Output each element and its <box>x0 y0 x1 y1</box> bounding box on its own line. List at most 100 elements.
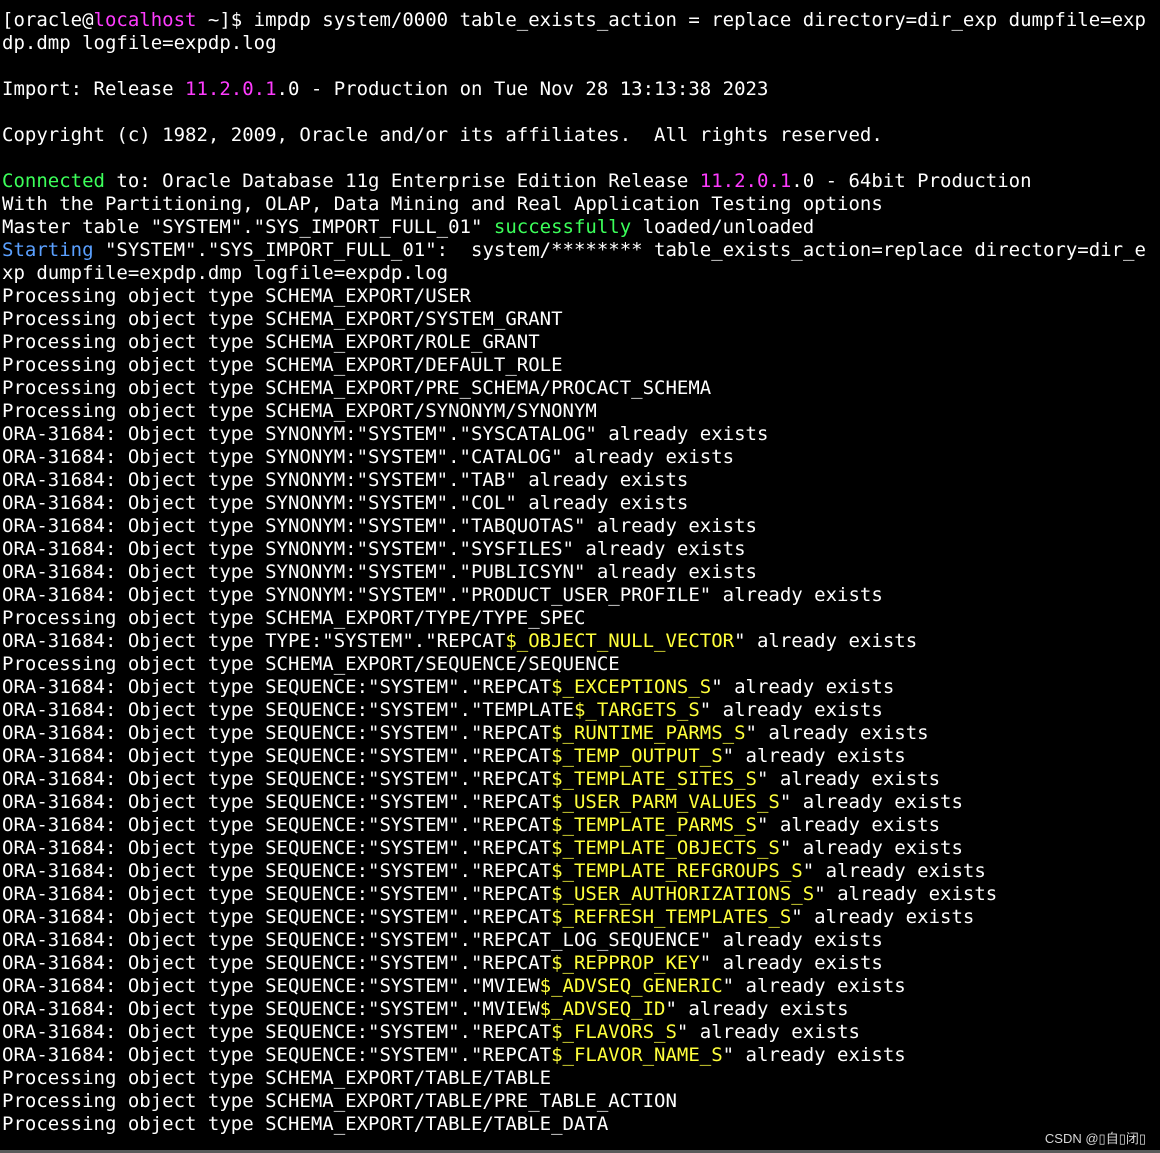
terminal-text-segment: $_RUNTIME_PARMS_S <box>551 722 746 744</box>
terminal-line: Processing object type SCHEMA_EXPORT/TAB… <box>2 1067 1160 1090</box>
terminal-line: Starting "SYSTEM"."SYS_IMPORT_FULL_01": … <box>2 239 1160 262</box>
terminal-text-segment: ORA-31684: Object type SEQUENCE:"SYSTEM"… <box>2 906 552 928</box>
terminal-line: ORA-31684: Object type SEQUENCE:"SYSTEM"… <box>2 722 1160 745</box>
terminal-line: Processing object type SCHEMA_EXPORT/DEF… <box>2 354 1160 377</box>
terminal-text-segment: " already exists <box>722 745 906 767</box>
terminal-text-segment: $_REFRESH_TEMPLATES_S <box>551 906 792 928</box>
terminal-text-segment: Starting <box>2 239 94 261</box>
terminal-text-segment: $_TARGETS_S <box>573 699 700 721</box>
terminal-line: ORA-31684: Object type TYPE:"SYSTEM"."RE… <box>2 630 1160 653</box>
terminal-line: dp.dmp logfile=expdp.log <box>2 32 1160 55</box>
terminal-text-segment: $_OBJECT_NULL_VECTOR <box>505 630 735 652</box>
terminal-text-segment: Processing object type SCHEMA_EXPORT/SYN… <box>2 400 597 422</box>
terminal-text-segment: " already exists <box>791 906 975 928</box>
terminal-text-segment: $_ADVSEQ_ID <box>539 998 666 1020</box>
terminal-text-segment: [oracle@ <box>2 9 94 31</box>
terminal-text-segment: ORA-31684: Object type SYNONYM:"SYSTEM".… <box>2 584 883 606</box>
terminal-line: ORA-31684: Object type SEQUENCE:"SYSTEM"… <box>2 814 1160 837</box>
terminal-text-segment: ORA-31684: Object type SEQUENCE:"SYSTEM"… <box>2 837 552 859</box>
terminal-text-segment: ORA-31684: Object type SEQUENCE:"SYSTEM"… <box>2 929 883 951</box>
terminal-text-segment: loaded/unloaded <box>631 216 815 238</box>
terminal-line: ORA-31684: Object type SYNONYM:"SYSTEM".… <box>2 515 1160 538</box>
terminal-text-segment: ORA-31684: Object type SYNONYM:"SYSTEM".… <box>2 446 735 468</box>
terminal-text-segment: Processing object type SCHEMA_EXPORT/PRE… <box>2 377 712 399</box>
terminal-text-segment: ORA-31684: Object type SYNONYM:"SYSTEM".… <box>2 561 757 583</box>
terminal-text-segment: Copyright (c) 1982, 2009, Oracle and/or … <box>2 124 883 146</box>
terminal-text-segment: With the Partitioning, OLAP, Data Mining… <box>2 193 883 215</box>
terminal-text-segment: ORA-31684: Object type TYPE:"SYSTEM"."RE… <box>2 630 506 652</box>
terminal-text-segment: Processing object type SCHEMA_EXPORT/SEQ… <box>2 653 620 675</box>
terminal-line: ORA-31684: Object type SEQUENCE:"SYSTEM"… <box>2 860 1160 883</box>
terminal-line: Processing object type SCHEMA_EXPORT/SYS… <box>2 308 1160 331</box>
terminal-line: ORA-31684: Object type SEQUENCE:"SYSTEM"… <box>2 791 1160 814</box>
terminal-line: [oracle@localhost ~]$ impdp system/0000 … <box>2 9 1160 32</box>
terminal-text-segment: Import: Release <box>2 78 186 100</box>
terminal-text-segment: ORA-31684: Object type SYNONYM:"SYSTEM".… <box>2 538 746 560</box>
terminal-text-segment: " already exists <box>665 998 849 1020</box>
terminal-text-segment: 11.2.0.1 <box>699 170 792 192</box>
terminal-text-segment: $_USER_AUTHORIZATIONS_S <box>551 883 815 905</box>
terminal-text-segment: ORA-31684: Object type SEQUENCE:"SYSTEM"… <box>2 699 574 721</box>
terminal-text-segment: " already exists <box>711 676 895 698</box>
terminal-text-segment: ORA-31684: Object type SEQUENCE:"SYSTEM"… <box>2 952 552 974</box>
terminal-line: Processing object type SCHEMA_EXPORT/ROL… <box>2 331 1160 354</box>
terminal-text-segment: $_USER_PARM_VALUES_S <box>551 791 780 813</box>
terminal-text-segment: ORA-31684: Object type SEQUENCE:"SYSTEM"… <box>2 975 540 997</box>
terminal-line: Processing object type SCHEMA_EXPORT/SEQ… <box>2 653 1160 676</box>
terminal-text-segment: Connected <box>2 170 105 192</box>
terminal-text-segment: $_EXCEPTIONS_S <box>551 676 712 698</box>
terminal-line: With the Partitioning, OLAP, Data Mining… <box>2 193 1160 216</box>
terminal-line: ORA-31684: Object type SEQUENCE:"SYSTEM"… <box>2 1044 1160 1067</box>
terminal-text-segment: " already exists <box>814 883 998 905</box>
terminal-text-segment: to: Oracle Database 11g Enterprise Editi… <box>104 170 700 192</box>
terminal-text-segment: $_FLAVOR_NAME_S <box>551 1044 723 1066</box>
terminal-text-segment: ORA-31684: Object type SYNONYM:"SYSTEM".… <box>2 492 689 514</box>
terminal-text-segment: successfully <box>493 216 632 238</box>
terminal-window[interactable]: [oracle@localhost ~]$ impdp system/0000 … <box>0 0 1160 1153</box>
terminal-line: ORA-31684: Object type SEQUENCE:"SYSTEM"… <box>2 998 1160 1021</box>
terminal-line: Processing object type SCHEMA_EXPORT/SYN… <box>2 400 1160 423</box>
terminal-line: Master table "SYSTEM"."SYS_IMPORT_FULL_0… <box>2 216 1160 239</box>
terminal-text-segment: Processing object type SCHEMA_EXPORT/TAB… <box>2 1067 552 1089</box>
terminal-text-segment: " already exists <box>802 860 986 882</box>
terminal-text-segment: Processing object type SCHEMA_EXPORT/TAB… <box>2 1113 609 1135</box>
terminal-text-segment: ~]$ impdp system/0000 table_exists_actio… <box>196 9 1146 31</box>
terminal-text-segment: " already exists <box>734 630 918 652</box>
terminal-text-segment: $_TEMPLATE_REFGROUPS_S <box>551 860 803 882</box>
terminal-line: ORA-31684: Object type SEQUENCE:"SYSTEM"… <box>2 768 1160 791</box>
terminal-text-segment: " already exists <box>699 952 883 974</box>
terminal-text-segment: localhost <box>93 9 197 31</box>
terminal-line: ORA-31684: Object type SYNONYM:"SYSTEM".… <box>2 584 1160 607</box>
terminal-text-segment: ORA-31684: Object type SYNONYM:"SYSTEM".… <box>2 515 757 537</box>
terminal-text-segment: Processing object type SCHEMA_EXPORT/TYP… <box>2 607 586 629</box>
terminal-text-segment: " already exists <box>779 791 963 813</box>
terminal-line: ORA-31684: Object type SEQUENCE:"SYSTEM"… <box>2 975 1160 998</box>
terminal-text-segment: Processing object type SCHEMA_EXPORT/DEF… <box>2 354 563 376</box>
terminal-text-segment: dp.dmp logfile=expdp.log <box>2 32 277 54</box>
terminal-line: ORA-31684: Object type SYNONYM:"SYSTEM".… <box>2 423 1160 446</box>
terminal-text-segment: " already exists <box>756 814 941 836</box>
terminal-text-segment: Processing object type SCHEMA_EXPORT/TAB… <box>2 1090 677 1112</box>
terminal-text-segment: ORA-31684: Object type SEQUENCE:"SYSTEM"… <box>2 791 552 813</box>
terminal-text-segment: ORA-31684: Object type SEQUENCE:"SYSTEM"… <box>2 860 552 882</box>
terminal-text-segment: $_TEMPLATE_PARMS_S <box>551 814 757 836</box>
terminal-text-segment: ORA-31684: Object type SYNONYM:"SYSTEM".… <box>2 469 689 491</box>
terminal-text-segment: $_TEMPLATE_SITES_S <box>551 768 757 790</box>
terminal-line: ORA-31684: Object type SYNONYM:"SYSTEM".… <box>2 538 1160 561</box>
terminal-text-segment: ORA-31684: Object type SYNONYM:"SYSTEM".… <box>2 423 769 445</box>
terminal-text-segment: $_FLAVORS_S <box>551 1021 677 1043</box>
terminal-text-segment: " already exists <box>699 699 883 721</box>
terminal-output: [oracle@localhost ~]$ impdp system/0000 … <box>2 9 1160 1136</box>
terminal-line: ORA-31684: Object type SEQUENCE:"SYSTEM"… <box>2 1021 1160 1044</box>
terminal-text-segment: ORA-31684: Object type SEQUENCE:"SYSTEM"… <box>2 1021 552 1043</box>
terminal-text-segment: ORA-31684: Object type SEQUENCE:"SYSTEM"… <box>2 768 552 790</box>
terminal-line: Connected to: Oracle Database 11g Enterp… <box>2 170 1160 193</box>
terminal-line: Processing object type SCHEMA_EXPORT/USE… <box>2 285 1160 308</box>
terminal-text-segment: Master table "SYSTEM"."SYS_IMPORT_FULL_0… <box>2 216 494 238</box>
terminal-text-segment: " already exists <box>756 768 941 790</box>
terminal-text-segment: ORA-31684: Object type SEQUENCE:"SYSTEM"… <box>2 883 552 905</box>
terminal-line: ORA-31684: Object type SEQUENCE:"SYSTEM"… <box>2 883 1160 906</box>
terminal-text-segment: " already exists <box>779 837 963 859</box>
